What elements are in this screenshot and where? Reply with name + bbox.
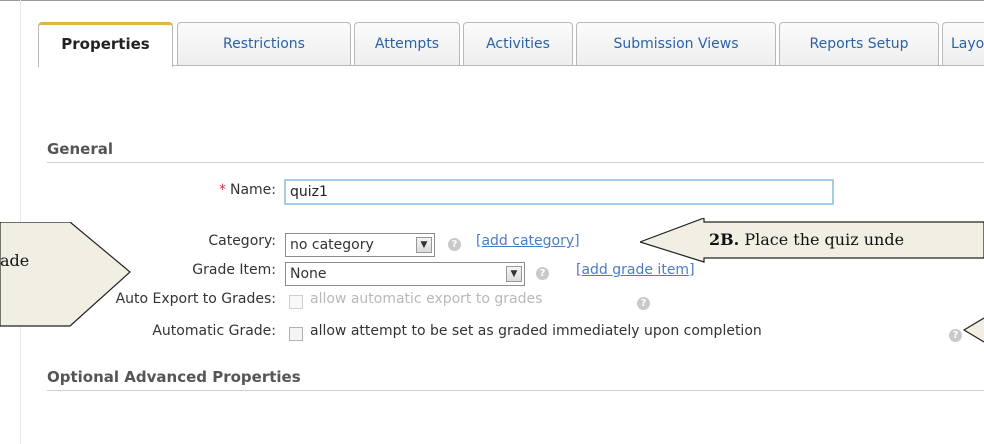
section-optional-heading: Optional Advanced Properties bbox=[47, 368, 301, 386]
tab-bar: Properties Restrictions Attempts Activit… bbox=[38, 22, 984, 67]
chevron-down-icon[interactable]: ▼ bbox=[506, 266, 522, 282]
tab-submission-views[interactable]: Submission Views bbox=[576, 22, 776, 66]
tab-attempts[interactable]: Attempts bbox=[354, 22, 460, 66]
section-general-heading: General bbox=[47, 140, 113, 158]
grade-item-select[interactable]: None ▼ bbox=[285, 262, 525, 286]
category-select-value: no category bbox=[290, 237, 374, 253]
question-circle-icon[interactable]: ? bbox=[448, 238, 461, 251]
tab-activities[interactable]: Activities bbox=[463, 22, 573, 66]
tab-strip-divider bbox=[38, 65, 984, 66]
name-label: * Name: bbox=[170, 182, 276, 198]
tab-layout[interactable]: Layout/ bbox=[942, 22, 984, 66]
category-select[interactable]: no category ▼ bbox=[285, 233, 435, 257]
left-callout-shape bbox=[0, 222, 131, 327]
question-circle-icon[interactable]: ? bbox=[949, 329, 962, 342]
required-marker: * bbox=[218, 182, 226, 198]
automatic-grade-option-label: allow attempt to be set as graded immedi… bbox=[310, 323, 762, 339]
chevron-down-icon[interactable]: ▼ bbox=[416, 237, 432, 253]
right-callout-text: 2B. Place the quiz unde bbox=[709, 230, 904, 249]
add-category-link[interactable]: [add category] bbox=[476, 233, 580, 249]
name-input[interactable]: quiz1 bbox=[284, 179, 834, 205]
right-callout-body: Place the quiz unde bbox=[739, 230, 905, 249]
right-edge-callout-tip bbox=[962, 317, 984, 343]
question-circle-icon[interactable]: ? bbox=[637, 297, 650, 310]
question-circle-icon[interactable]: ? bbox=[536, 267, 549, 280]
window-top-border bbox=[0, 0, 984, 1]
grade-item-select-value: None bbox=[290, 266, 327, 282]
name-label-text: Name: bbox=[229, 182, 276, 198]
tab-properties[interactable]: Properties bbox=[38, 22, 173, 67]
auto-export-checkbox[interactable] bbox=[289, 295, 303, 309]
category-label: Category: bbox=[208, 233, 276, 249]
section-optional-rule bbox=[47, 390, 984, 391]
tab-reports-setup[interactable]: Reports Setup bbox=[779, 22, 939, 66]
left-callout-text: ade bbox=[0, 251, 30, 270]
auto-export-option-label: allow automatic export to grades bbox=[310, 291, 543, 307]
tab-restrictions[interactable]: Restrictions bbox=[177, 22, 351, 66]
section-general-rule bbox=[47, 162, 984, 163]
automatic-grade-checkbox[interactable] bbox=[289, 327, 303, 341]
right-callout-step: 2B. bbox=[709, 230, 740, 249]
